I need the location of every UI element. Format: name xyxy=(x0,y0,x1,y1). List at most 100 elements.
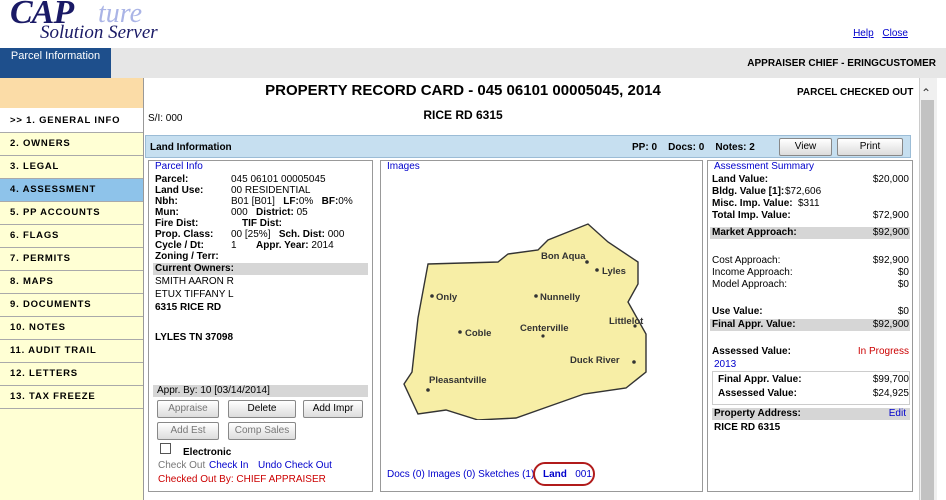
town-label: Centerville xyxy=(520,323,569,334)
images-title: Images xyxy=(387,161,420,172)
nav-item-legal[interactable]: 3. LEGAL xyxy=(0,156,143,179)
model-approach-label: Model Approach: xyxy=(712,279,788,290)
income-approach-value: $0 xyxy=(897,267,909,278)
final-appr-label: Final Appr. Value: xyxy=(712,319,796,330)
parcel-information-tab[interactable]: Parcel Information xyxy=(0,48,111,78)
page-title: PROPERTY RECORD CARD - 045 06101 0000504… xyxy=(265,82,661,99)
prior-final-value: $99,700 xyxy=(872,374,909,385)
current-marker: >> xyxy=(10,115,23,126)
si-label: S/I: 000 xyxy=(148,113,183,124)
images-link[interactable]: Images (0) xyxy=(428,469,476,480)
comp-sales-button[interactable]: Comp Sales xyxy=(228,422,296,440)
cost-approach-label: Cost Approach: xyxy=(712,255,781,266)
town-label: Littlelot xyxy=(609,316,644,327)
misc-imp-label: Misc. Imp. Value: xyxy=(712,198,793,209)
captune-logo: CAP ture Solution Server xyxy=(8,0,228,46)
header-links: Help Close xyxy=(847,28,908,39)
nav-item-letters[interactable]: 12. LETTERS xyxy=(0,363,143,386)
nav-item-pp-accounts[interactable]: 5. PP ACCOUNTS xyxy=(0,202,143,225)
town-label: Duck River xyxy=(570,355,620,366)
close-link[interactable]: Close xyxy=(882,28,908,39)
edit-link[interactable]: Edit xyxy=(889,408,906,420)
nav-item-permits[interactable]: 7. PERMITS xyxy=(0,248,143,271)
help-link[interactable]: Help xyxy=(853,28,874,39)
zoning-label: Zoning / Terr: xyxy=(155,251,219,262)
checked-out-status: PARCEL CHECKED OUT xyxy=(797,87,914,98)
land-link-row[interactable]: Land 001 xyxy=(543,469,592,481)
assessment-title: Assessment Summary xyxy=(714,161,815,172)
docs-link[interactable]: Docs (0) xyxy=(387,469,425,480)
model-approach-value: $0 xyxy=(897,279,909,290)
appr-by: Appr. By: 10 [03/14/2014] xyxy=(157,385,270,396)
parcel-info-title: Parcel Info xyxy=(155,161,203,172)
prior-assessed-value: $24,925 xyxy=(872,388,909,399)
delete-button[interactable]: Delete xyxy=(228,400,296,418)
sketches-link[interactable]: Sketches (1) xyxy=(478,469,534,480)
use-value-label: Use Value: xyxy=(712,306,763,317)
electronic-label: Electronic xyxy=(183,447,232,458)
owner-address: 6315 RICE RD xyxy=(155,302,222,313)
owner-1: SMITH AARON R xyxy=(155,276,234,287)
print-button[interactable]: Print xyxy=(837,138,903,156)
scrollbar-thumb[interactable] xyxy=(921,100,934,500)
use-value: $0 xyxy=(897,306,909,317)
bldg-value-label: Bldg. Value [1]: xyxy=(712,186,785,197)
total-imp-label: Total Imp. Value: xyxy=(712,210,791,221)
check-out-link[interactable]: Check Out xyxy=(158,460,205,472)
pp-count: PP: 0 xyxy=(632,142,658,153)
final-appr-value: $92,900 xyxy=(872,319,909,330)
images-links: Docs (0) Images (0) Sketches (1) xyxy=(387,469,534,481)
assessed-value-label: Assessed Value: xyxy=(712,346,791,357)
land-information-title: Land Information xyxy=(150,142,232,153)
misc-imp-value: $311 xyxy=(798,198,820,209)
nav-item-maps[interactable]: 8. MAPS xyxy=(0,271,143,294)
nav-item-assessment[interactable]: 4. ASSESSMENT xyxy=(0,179,143,202)
nav-item-flags[interactable]: 6. FLAGS xyxy=(0,225,143,248)
check-in-link[interactable]: Check In xyxy=(209,460,248,472)
bldg-value: $72,606 xyxy=(785,186,822,197)
property-address: RICE RD 6315 xyxy=(714,422,781,433)
land-link[interactable]: Land xyxy=(543,469,567,480)
assessed-value-status: In Progress xyxy=(857,346,909,357)
income-approach-label: Income Approach: xyxy=(712,267,793,278)
market-approach-label: Market Approach: xyxy=(712,227,797,238)
property-address-label: Property Address: xyxy=(714,408,801,419)
nav-item-general-info[interactable]: >> 1. GENERAL INFO xyxy=(0,108,143,133)
market-approach-value: $92,900 xyxy=(872,227,909,238)
electronic-checkbox[interactable] xyxy=(160,443,171,454)
appraise-button[interactable]: Appraise xyxy=(157,400,219,418)
prior-year: 2013 xyxy=(714,359,737,370)
logo-subtitle: Solution Server xyxy=(40,22,158,43)
town-label: Coble xyxy=(465,328,491,339)
current-owners-label: Current Owners: xyxy=(155,263,234,274)
land-number-link[interactable]: 001 xyxy=(575,469,592,480)
town-label: Lyles xyxy=(602,266,626,277)
prior-final-label: Final Appr. Value: xyxy=(718,374,802,385)
owner-2: ETUX TIFFANY L xyxy=(155,289,234,300)
county-map: Bon Aqua Lyles Only Nunnelly Littlelot C… xyxy=(403,223,647,420)
view-button[interactable]: View xyxy=(779,138,832,156)
checked-out-by: Checked Out By: CHIEF APPRAISER xyxy=(158,474,326,485)
counts: PP: 0 Docs: 0 Notes: 2 xyxy=(632,142,755,153)
nav-item-audit-trail[interactable]: 11. AUDIT TRAIL xyxy=(0,340,143,363)
town-label: Pleasantville xyxy=(429,375,487,386)
left-nav-header xyxy=(0,78,143,109)
nav-item-tax-freeze[interactable]: 13. TAX FREEZE xyxy=(0,386,143,409)
prior-assessed-label: Assessed Value: xyxy=(718,388,797,399)
add-est-button[interactable]: Add Est xyxy=(157,422,219,440)
nav-item-owners[interactable]: 2. OWNERS xyxy=(0,133,143,156)
cycle-value: 1 Appr. Year: 2014 xyxy=(231,240,334,251)
owner-city: LYLES TN 37098 xyxy=(155,332,234,343)
total-imp-value: $72,900 xyxy=(872,210,909,221)
cost-approach-value: $92,900 xyxy=(872,255,909,266)
scroll-up-chevron-icon[interactable]: ⌃ xyxy=(921,86,931,100)
town-label: Nunnelly xyxy=(540,292,581,303)
undo-check-out-link[interactable]: Undo Check Out xyxy=(258,460,332,472)
nav-item-notes[interactable]: 10. NOTES xyxy=(0,317,143,340)
docs-count: Docs: 0 xyxy=(668,142,705,153)
town-label: Bon Aqua xyxy=(541,251,586,262)
road-title: RICE RD 6315 xyxy=(423,108,503,122)
nav-item-documents[interactable]: 9. DOCUMENTS xyxy=(0,294,143,317)
add-impr-button[interactable]: Add Impr xyxy=(303,400,363,418)
user-label: APPRAISER CHIEF - ERINGCUSTOMER xyxy=(747,58,936,69)
